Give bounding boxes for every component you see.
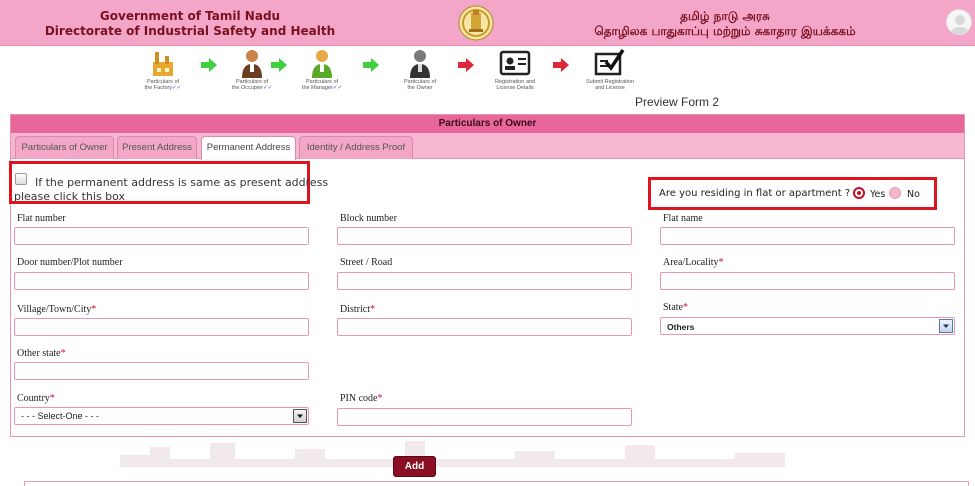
flat-number-input[interactable] (14, 227, 309, 245)
step-registration[interactable]: Registration and License Details (484, 48, 546, 91)
occupier-icon (242, 50, 262, 78)
step-owner[interactable]: Particulars of the Owner (389, 48, 451, 91)
block-number-label: Block number (340, 213, 397, 224)
step-done-mark: ✓✓ (332, 85, 343, 91)
step-label-2: the Factory (144, 85, 173, 91)
door-number-label: Door number/Plot number (17, 257, 123, 268)
state-select-dropdown-button[interactable] (939, 319, 953, 333)
tamil-nadu-emblem-icon (458, 5, 494, 41)
manager-icon (312, 50, 332, 78)
district-label: District* (340, 304, 375, 315)
header-english-title: Government of Tamil Nadu Directorate of … (30, 9, 350, 39)
preview-form-label: Preview Form 2 (635, 95, 720, 109)
pin-code-label: PIN code* (340, 393, 383, 404)
step-label-2: and License (595, 85, 625, 91)
tab-present-address[interactable]: Present Address (117, 136, 197, 159)
same-address-label-line1: If the permanent address is same as pres… (35, 176, 329, 189)
pin-code-input[interactable] (337, 408, 632, 426)
radio-no[interactable] (889, 187, 901, 199)
registration-card-icon (499, 50, 531, 76)
arrow-right-green-icon (271, 58, 287, 72)
flat-name-input[interactable] (660, 227, 955, 245)
village-input[interactable] (14, 318, 309, 336)
step-submit[interactable]: Submit Registration and License (579, 48, 641, 91)
step-manager[interactable]: Particulars of the Manager✓✓ (291, 48, 353, 91)
tab-bar: Particulars of Owner Present Address Per… (11, 133, 964, 160)
country-label: Country* (17, 393, 55, 404)
header-tamil-title: தமிழ் நாடு அரசு தொழிலக பாதுகாப்பு மற்றும… (560, 9, 890, 39)
directorate-name: Directorate of Industrial Safety and Hea… (44, 24, 336, 38)
street-label: Street / Road (340, 257, 393, 268)
person-silhouette-icon (951, 15, 969, 34)
govt-name-tamil: தமிழ் நாடு அரசு (680, 9, 770, 23)
progress-steps: Particulars of the Factory✓✓ Particulars … (130, 48, 670, 96)
radio-yes[interactable] (853, 187, 865, 199)
tab-particulars-of-owner[interactable]: Particulars of Owner (15, 136, 114, 159)
panel-title: Particulars of Owner (11, 115, 964, 133)
state-select-value: Others (667, 322, 695, 332)
arrow-right-green-icon (201, 58, 217, 72)
chevron-down-icon (297, 414, 303, 418)
radio-yes-label: Yes (870, 189, 886, 200)
village-label: Village/Town/City* (17, 304, 97, 315)
country-select[interactable]: - - - Select-One - - - (14, 407, 309, 425)
arrow-right-red-icon (553, 58, 569, 72)
other-state-input[interactable] (14, 362, 309, 380)
step-label-2: License Details (496, 85, 534, 91)
state-label: State* (663, 302, 688, 313)
tab-identity-address-proof[interactable]: Identity / Address Proof (299, 136, 413, 159)
step-label-2: the Manager (301, 85, 333, 91)
street-input[interactable] (337, 272, 632, 290)
step-done-mark: ✓✓ (262, 85, 273, 91)
flat-name-label: Flat name (663, 213, 703, 224)
directorate-name-tamil: தொழிலக பாதுகாப்பு மற்றும் சுகாதார இயக்கக… (594, 24, 856, 38)
next-section-box (24, 481, 969, 486)
step-factory[interactable]: Particulars of the Factory✓✓ (132, 48, 194, 91)
country-select-value: - - - Select-One - - - (21, 411, 100, 421)
step-done-mark: ✓✓ (172, 85, 182, 91)
factory-icon (153, 52, 173, 76)
chevron-down-icon (943, 324, 949, 328)
user-avatar-icon[interactable] (946, 9, 972, 35)
block-number-input[interactable] (337, 227, 632, 245)
same-address-label-line2: please click this box (14, 191, 126, 201)
door-number-input[interactable] (14, 272, 309, 290)
state-select[interactable]: Others (660, 317, 955, 335)
add-button[interactable]: Add (393, 456, 436, 477)
arrow-right-red-icon (458, 58, 474, 72)
area-input[interactable] (660, 272, 955, 290)
tab-permanent-address[interactable]: Permanent Address (201, 136, 296, 160)
arrow-right-green-icon (363, 58, 379, 72)
step-label-2: the Occupier (231, 85, 263, 91)
residence-question: Are you residing in flat or apartment ? (659, 188, 851, 199)
owner-icon (410, 50, 430, 78)
govt-name: Government of Tamil Nadu (99, 9, 281, 23)
submit-check-icon (594, 49, 625, 76)
country-select-dropdown-button[interactable] (293, 409, 307, 423)
other-state-label: Other state* (17, 348, 66, 359)
page-header: Government of Tamil Nadu Directorate of … (0, 0, 975, 46)
step-label-2: the Owner (407, 85, 433, 91)
background-skyline-decoration (120, 441, 785, 467)
radio-no-label: No (907, 189, 920, 200)
flat-number-label: Flat number (17, 213, 66, 224)
area-label: Area/Locality* (663, 257, 724, 268)
district-input[interactable] (337, 318, 632, 336)
same-address-checkbox[interactable] (15, 173, 27, 185)
